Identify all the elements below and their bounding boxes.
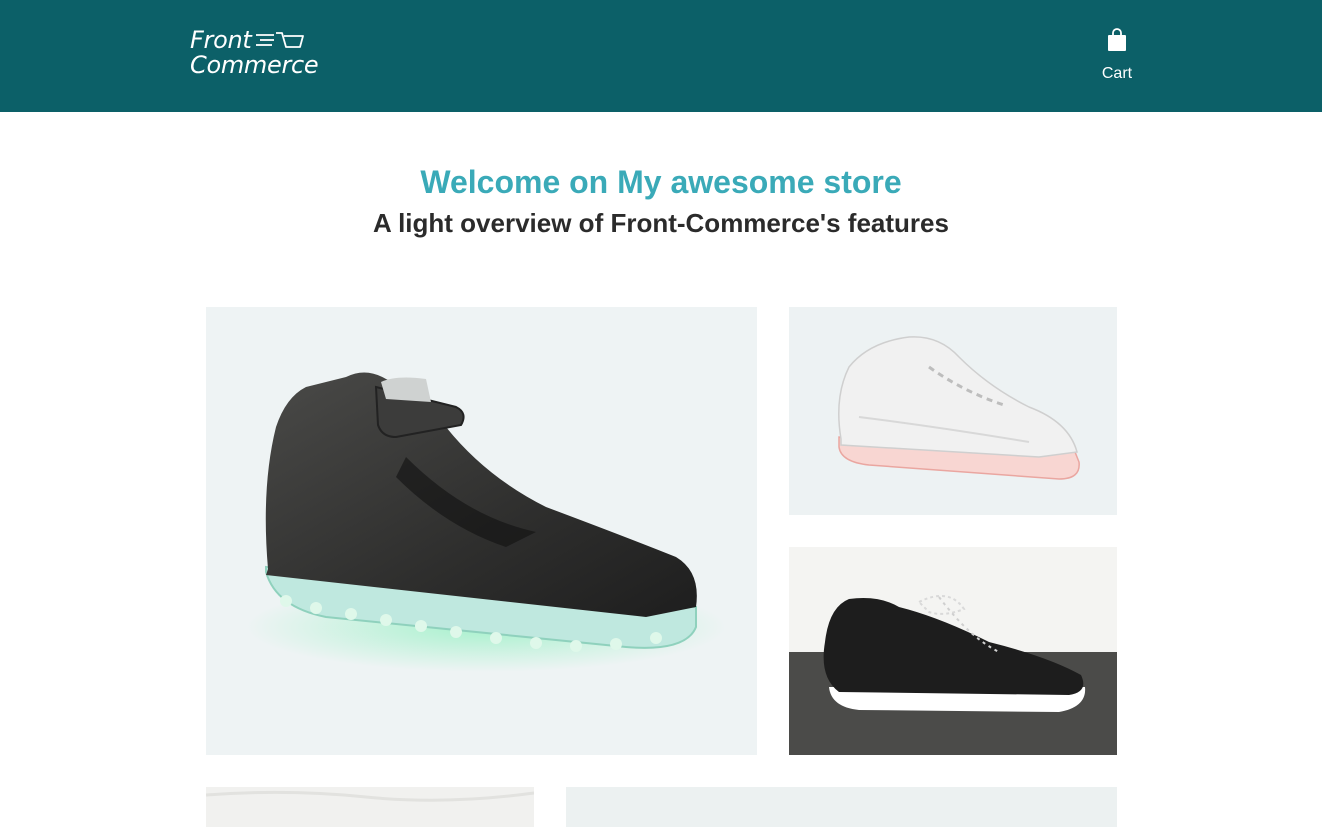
promo-tile-black-knit-sneaker[interactable] (789, 547, 1117, 755)
bottom-left-photo (206, 787, 534, 827)
cart-speed-icon (256, 32, 304, 48)
logo-text-front: Front (190, 26, 252, 54)
promo-tile-bottom-left[interactable] (206, 787, 534, 827)
promo-tile-white-sneaker[interactable] (789, 307, 1117, 515)
hero-subtitle: A light overview of Front-Commerce's fea… (373, 208, 949, 238)
promo-tile-black-high-top-sneaker[interactable] (206, 307, 757, 755)
hero-title: Welcome on My awesome store (420, 164, 902, 200)
site-header: Front Commerce Cart (0, 0, 1322, 112)
logo-text-commerce: Commerce (190, 51, 319, 79)
white-sneaker-image (838, 336, 1080, 480)
black-high-top-sneaker-image (246, 372, 726, 672)
promo-tile-bottom-right[interactable] (566, 787, 1117, 827)
store-logo[interactable]: Front Commerce (190, 26, 319, 81)
black-knit-sneaker-image (789, 547, 1117, 755)
shopping-bag-icon (1108, 28, 1126, 51)
cart-button[interactable]: Cart (1096, 28, 1138, 86)
cart-label: Cart (1101, 65, 1133, 82)
bottom-right-photo (566, 787, 1117, 827)
